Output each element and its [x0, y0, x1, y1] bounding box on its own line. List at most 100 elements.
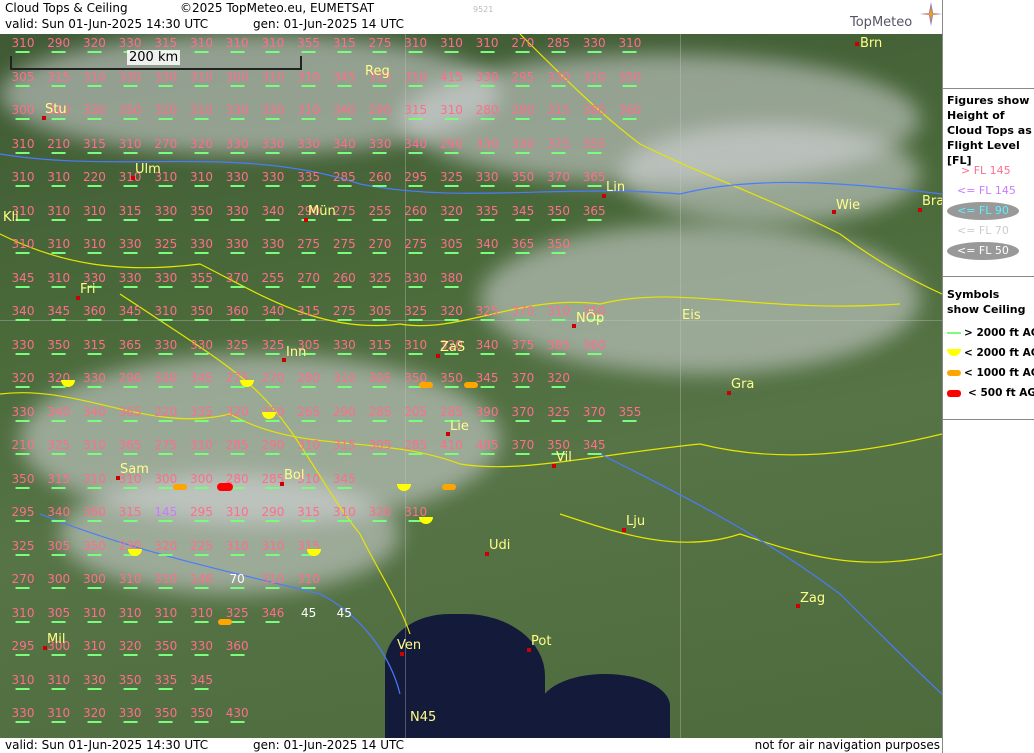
cloud-top-figure: 310 — [12, 238, 34, 254]
cloud-top-figure: 315 — [547, 104, 570, 120]
cloud-top-figure: 310 — [47, 707, 70, 723]
cloud-top-figure: 220 — [154, 405, 177, 422]
cloud-top-figure: 350 — [12, 472, 34, 489]
cloud-top-figure: 315 — [47, 70, 70, 87]
cloud-top-figure: 270 — [511, 37, 534, 53]
cloud-top-figure: 350 — [83, 539, 106, 556]
legend-panel: Figures show Height of Cloud Tops as Fli… — [942, 0, 1034, 753]
cloud-top-figure: 330 — [119, 271, 142, 288]
city-inn: Inn — [286, 345, 307, 360]
cloud-top-figure: 340 — [476, 238, 499, 254]
city-reg: Reg — [365, 64, 390, 79]
cloud-top-figure: 275 — [404, 238, 427, 254]
cloud-top-figure: 315 — [119, 204, 142, 221]
cloud-top-figure: 275 — [154, 439, 177, 455]
cloud-top-figure: 310 — [297, 439, 320, 455]
cloud-top-figure: 315 — [83, 137, 106, 154]
scale-bar-label: 200 km — [127, 50, 181, 65]
cloud-top-figure: 270 — [12, 573, 34, 589]
cloud-top-figure: 275 — [333, 305, 356, 321]
cloud-top-figure: 390 — [476, 405, 499, 422]
cloud-top-figure: 330 — [226, 171, 249, 187]
cloud-top-figure: 350 — [190, 707, 213, 723]
cloud-top-figure: 330 — [154, 204, 177, 221]
cloud-top-figure: 355 — [297, 37, 320, 53]
city-mil: Mil — [47, 632, 66, 647]
city-ven: Ven — [397, 638, 422, 653]
cloud-top-figure: 345 — [476, 372, 499, 388]
satellite-map[interactable]: 310 290 320 330 315 310 310 310 355 315 275 310 310 3… — [0, 34, 942, 738]
cloud-top-figure: 310 — [47, 271, 70, 288]
cloud-top-figure: 330 — [83, 673, 106, 690]
cloud-top-figure: 330 — [154, 271, 177, 288]
cloud-top-figure: 285 — [369, 405, 391, 422]
legend-fl-gt145: > FL 145 — [961, 164, 1011, 177]
cloud-top-figure: 325 — [547, 405, 570, 422]
city-sam: Sam — [120, 462, 149, 477]
cloud-top-figure: 360 — [226, 305, 249, 321]
footer-generated-time: gen: 01-Jun-2025 14 UTC — [253, 738, 405, 752]
cloud-top-figure: 310 — [47, 204, 70, 221]
cloud-top-figure: 310 — [297, 104, 320, 120]
cloud-top-figure: 310 — [47, 238, 70, 254]
cloud-top-figure: 310 — [440, 104, 463, 120]
cloud-top-figure: 300 — [47, 573, 70, 589]
cloud-top-figure: 310 — [226, 37, 249, 53]
cloud-top-figure: 430 — [226, 707, 249, 723]
ceiling-lt2000-symbol — [262, 412, 276, 419]
city-zas: ZaS — [440, 340, 466, 355]
cloud-top-figure: 330 — [226, 137, 249, 154]
cloud-top-figure: 340 — [47, 405, 70, 422]
city-mun: Mün — [308, 204, 336, 219]
cloud-top-figure: 310 — [190, 171, 213, 187]
flight-level-legend: Figures show Height of Cloud Tops as Fli… — [943, 88, 1034, 275]
cloud-top-figure: 300 — [83, 573, 106, 589]
cloud-top-figure: 305 — [12, 70, 34, 87]
cloud-top-figure: 310 — [476, 37, 499, 53]
cloud-top-figure: 325 — [12, 539, 34, 556]
city-bra: Bra — [922, 194, 942, 209]
cloud-top-figure: 330 — [511, 137, 534, 154]
cloud-top-figure: 345 — [333, 70, 356, 87]
city-kli: Kli — [3, 210, 19, 225]
cloud-top-figure: 346 — [261, 606, 284, 623]
cloud-top-figure: 315 — [47, 472, 70, 489]
cloud-top-figure: 325 — [369, 271, 391, 288]
cloud-top-figure: 330 — [583, 37, 606, 53]
cloud-top-figure: 330 — [190, 238, 213, 254]
topmeteo-logo[interactable]: TopMeteo — [850, 2, 942, 34]
cloud-top-figure: 380 — [583, 104, 606, 120]
cloud-top-figure: 320 — [226, 405, 249, 422]
legend-fl-le50: <= FL 50 — [957, 244, 1009, 257]
cloud-top-figure: 325 — [47, 439, 70, 455]
cloud-top-figure: 325 — [404, 305, 427, 321]
cloud-top-figure: 315 — [297, 305, 320, 321]
compass-star-icon — [920, 2, 942, 26]
cloud-top-figure: 350 — [119, 104, 142, 120]
cloud-top-figure: 365 — [119, 338, 142, 355]
cloud-top-figure: 310 — [261, 37, 284, 53]
cloud-top-figure: 320 — [83, 707, 106, 723]
cloud-top-figure: 310 — [190, 439, 213, 455]
city-gra: Gra — [731, 377, 755, 392]
disclaimer: not for air navigation purposes — [754, 738, 940, 752]
cloud-top-figure: 315 — [404, 104, 427, 120]
cloud-top-figure: 45 — [336, 605, 352, 620]
cloud-top-figure: 310 — [404, 70, 427, 87]
cloud-top-figure: 340 — [12, 305, 34, 321]
cloud-top-figure: 330 — [154, 338, 177, 355]
cloud-top-figure: 320 — [190, 137, 213, 154]
cloud-top-figure: 275 — [333, 238, 356, 254]
cloud-top-figure: 345 — [511, 204, 534, 221]
cloud-top-figure: 345 — [333, 472, 356, 489]
cloud-top-figure: 145 — [154, 506, 177, 522]
cloud-top-figure: 360 — [226, 640, 249, 656]
cloud-top-figure: 330 — [119, 707, 142, 723]
cloud-top-figure: 295 — [12, 506, 34, 522]
cloud-top-figure: 330 — [154, 70, 177, 87]
cloud-top-figure: 310 — [226, 506, 249, 522]
cloud-top-figure: 290 — [47, 37, 70, 53]
cloud-top-figure: 285 — [333, 171, 356, 187]
cloud-top-figure: 265 — [297, 405, 320, 422]
cloud-top-figure: 355 — [583, 137, 606, 154]
